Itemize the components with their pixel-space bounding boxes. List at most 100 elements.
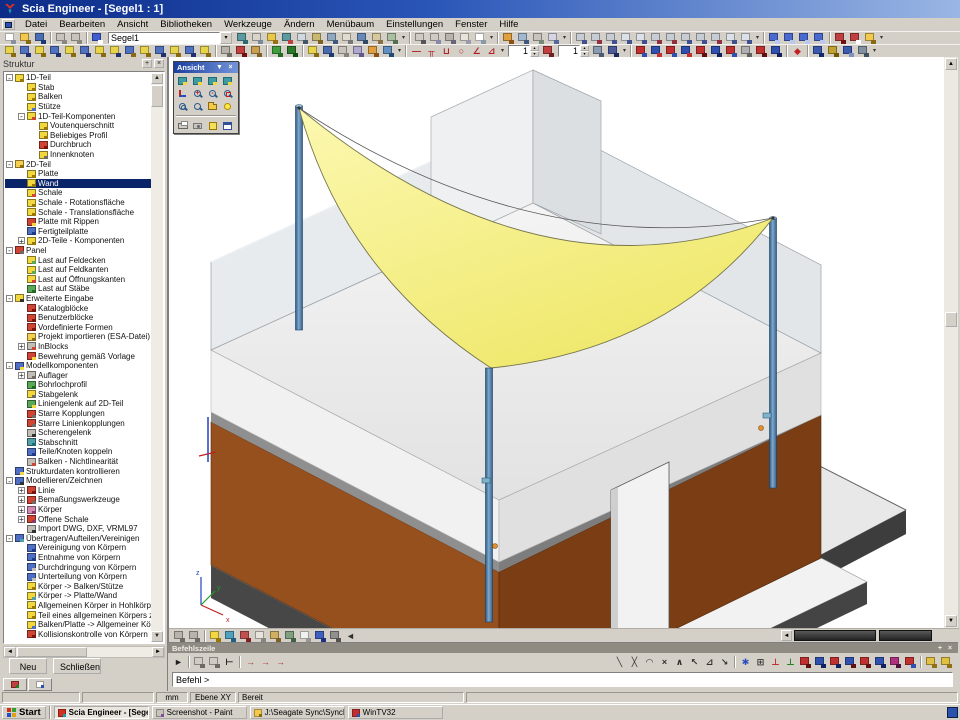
clipping-box-icon[interactable] [205,100,220,113]
snap-direction-icon[interactable] [687,656,702,668]
tree-item[interactable]: Scherengelenk [5,428,151,438]
toolbar-overflow-icon[interactable]: ▾ [400,32,407,44]
zoom-out-icon[interactable] [205,87,220,100]
command-input[interactable] [172,672,953,687]
document-print-icon[interactable] [473,32,488,44]
tab-window[interactable] [28,678,52,691]
node-snap-8-icon[interactable] [903,656,918,668]
view-print-icon[interactable] [175,119,190,132]
draw-angle-icon[interactable] [469,45,484,57]
tree-item[interactable]: Liniengelenk auf 2D-Teil [5,399,151,409]
tree-item[interactable]: Strukturdaten kontrollieren [5,466,151,476]
zoom-all-icon[interactable] [175,100,190,113]
tray-icon[interactable] [947,707,958,718]
print-preview-icon[interactable] [428,32,443,44]
texture-icon[interactable] [268,630,283,642]
view-front-icon[interactable] [175,74,190,87]
copy-attr-4-icon[interactable] [48,45,63,57]
frame-view-8-icon[interactable] [679,32,694,44]
iso-input-2-icon[interactable] [207,656,222,668]
mdi-child-icon[interactable] [2,19,15,30]
snap-ortho-icon[interactable] [702,656,717,668]
tree-item[interactable]: 1D-Teil [5,73,151,83]
tree-item[interactable]: Balken - Nichtlinearität [5,457,151,467]
clip-plane-1-icon[interactable] [172,630,187,642]
node-snap-3-icon[interactable] [828,656,843,668]
activity-icon[interactable] [280,32,295,44]
check-icon[interactable] [385,32,400,44]
tree-item[interactable]: Starre Linienkopplungen [5,418,151,428]
db-export-icon[interactable] [826,45,841,57]
tree-item[interactable]: Last auf Öffnungskanten [5,274,151,284]
tree-item[interactable]: 1D-Teil-Komponenten [5,111,151,121]
dimension-lines-icon[interactable] [238,630,253,642]
menu-ansicht[interactable]: Ansicht [111,18,154,31]
tree-item[interactable]: Körper -> Platte/Wand [5,591,151,601]
table-edit-2-icon[interactable] [321,45,336,57]
move-tool-icon[interactable] [234,45,249,57]
schliessen-button[interactable]: Schließen [53,658,101,674]
redo-icon[interactable] [69,32,84,44]
perpendicular-green-icon[interactable] [783,656,798,668]
menu-fenster[interactable]: Fenster [449,18,493,31]
frame-view-6-icon[interactable] [649,32,664,44]
tree-expander-icon[interactable] [6,362,13,369]
node-marker-icon[interactable] [790,45,805,57]
tree-item[interactable]: Linie [5,486,151,496]
mast-center[interactable] [486,368,493,622]
tree-expander-icon[interactable] [18,372,25,379]
tree-item[interactable]: Balken/Platte -> Allgemeiner Körper [5,620,151,630]
table-edit-6-icon[interactable] [381,45,396,57]
shading-icon[interactable] [328,630,343,642]
frame-view-7-icon[interactable] [664,32,679,44]
tree-expander-icon[interactable] [18,487,25,494]
active-project-combo[interactable] [108,32,220,44]
tree-item[interactable]: Last auf Feldkanten [5,265,151,275]
tree-item[interactable]: Kollisionskontrolle von Körpern [5,629,151,639]
snap-extension-icon[interactable] [717,656,732,668]
table-icon[interactable] [340,32,355,44]
hscroll-thumb-1[interactable] [794,630,876,641]
tree-item[interactable]: Stab [5,83,151,93]
model-viewport[interactable]: z y x Ansicht ▼ × ▲ ▼ [168,57,958,642]
perpendicular-red-icon[interactable] [768,656,783,668]
copy-attr-8-icon[interactable] [108,45,123,57]
drag-tool-icon[interactable] [249,45,264,57]
tree-item[interactable]: Katalogblöcke [5,303,151,313]
table-edit-3-icon[interactable] [336,45,351,57]
load-case-8-icon[interactable] [739,45,754,57]
tree-expander-icon[interactable] [6,247,13,254]
screenshot-icon[interactable] [443,32,458,44]
node-snap-6-icon[interactable] [873,656,888,668]
ansicht-palette-titlebar[interactable]: Ansicht ▼ × [174,62,238,73]
coord-rel-icon[interactable] [258,656,273,668]
tree-item[interactable]: Bohrlochprofil [5,380,151,390]
copy-attr-3-icon[interactable] [33,45,48,57]
frame-view-11-icon[interactable] [724,32,739,44]
viewport-vertical-scrollbar[interactable]: ▲ ▼ [944,57,958,628]
rotate-view-icon[interactable] [175,87,190,100]
clipboard-icon[interactable] [295,32,310,44]
coord-abs-icon[interactable] [243,656,258,668]
tree-item[interactable]: Fertigteilplatte [5,227,151,237]
scroll-thumb[interactable] [151,85,163,107]
copy-attr-13-icon[interactable] [183,45,198,57]
open-folder-icon[interactable] [863,32,878,44]
scroll-up-icon[interactable]: ▲ [945,58,957,70]
toolbar-overflow-icon[interactable]: ▾ [488,32,495,44]
snap-set-1-icon[interactable] [924,656,939,668]
tree-item[interactable]: Bewehrung gemäß Vorlage [5,351,151,361]
door[interactable] [611,462,669,628]
tree-item[interactable]: Modellieren/Zeichnen [5,476,151,486]
toolbar-overflow-icon[interactable]: ▾ [499,45,506,57]
labels-abc-icon[interactable] [253,630,268,642]
tree-item[interactable]: Stütze [5,102,151,112]
redraw-icon[interactable] [833,32,848,44]
model-display-icon[interactable] [313,630,328,642]
open-project-icon[interactable] [18,32,33,44]
tree-item[interactable]: Durchdringung von Körpern [5,562,151,572]
tree-horizontal-scrollbar[interactable]: ◄ ► [3,646,165,658]
scroll-up-icon[interactable]: ▲ [151,73,163,84]
print-icon[interactable] [413,32,428,44]
close-service-icon[interactable] [90,32,105,44]
